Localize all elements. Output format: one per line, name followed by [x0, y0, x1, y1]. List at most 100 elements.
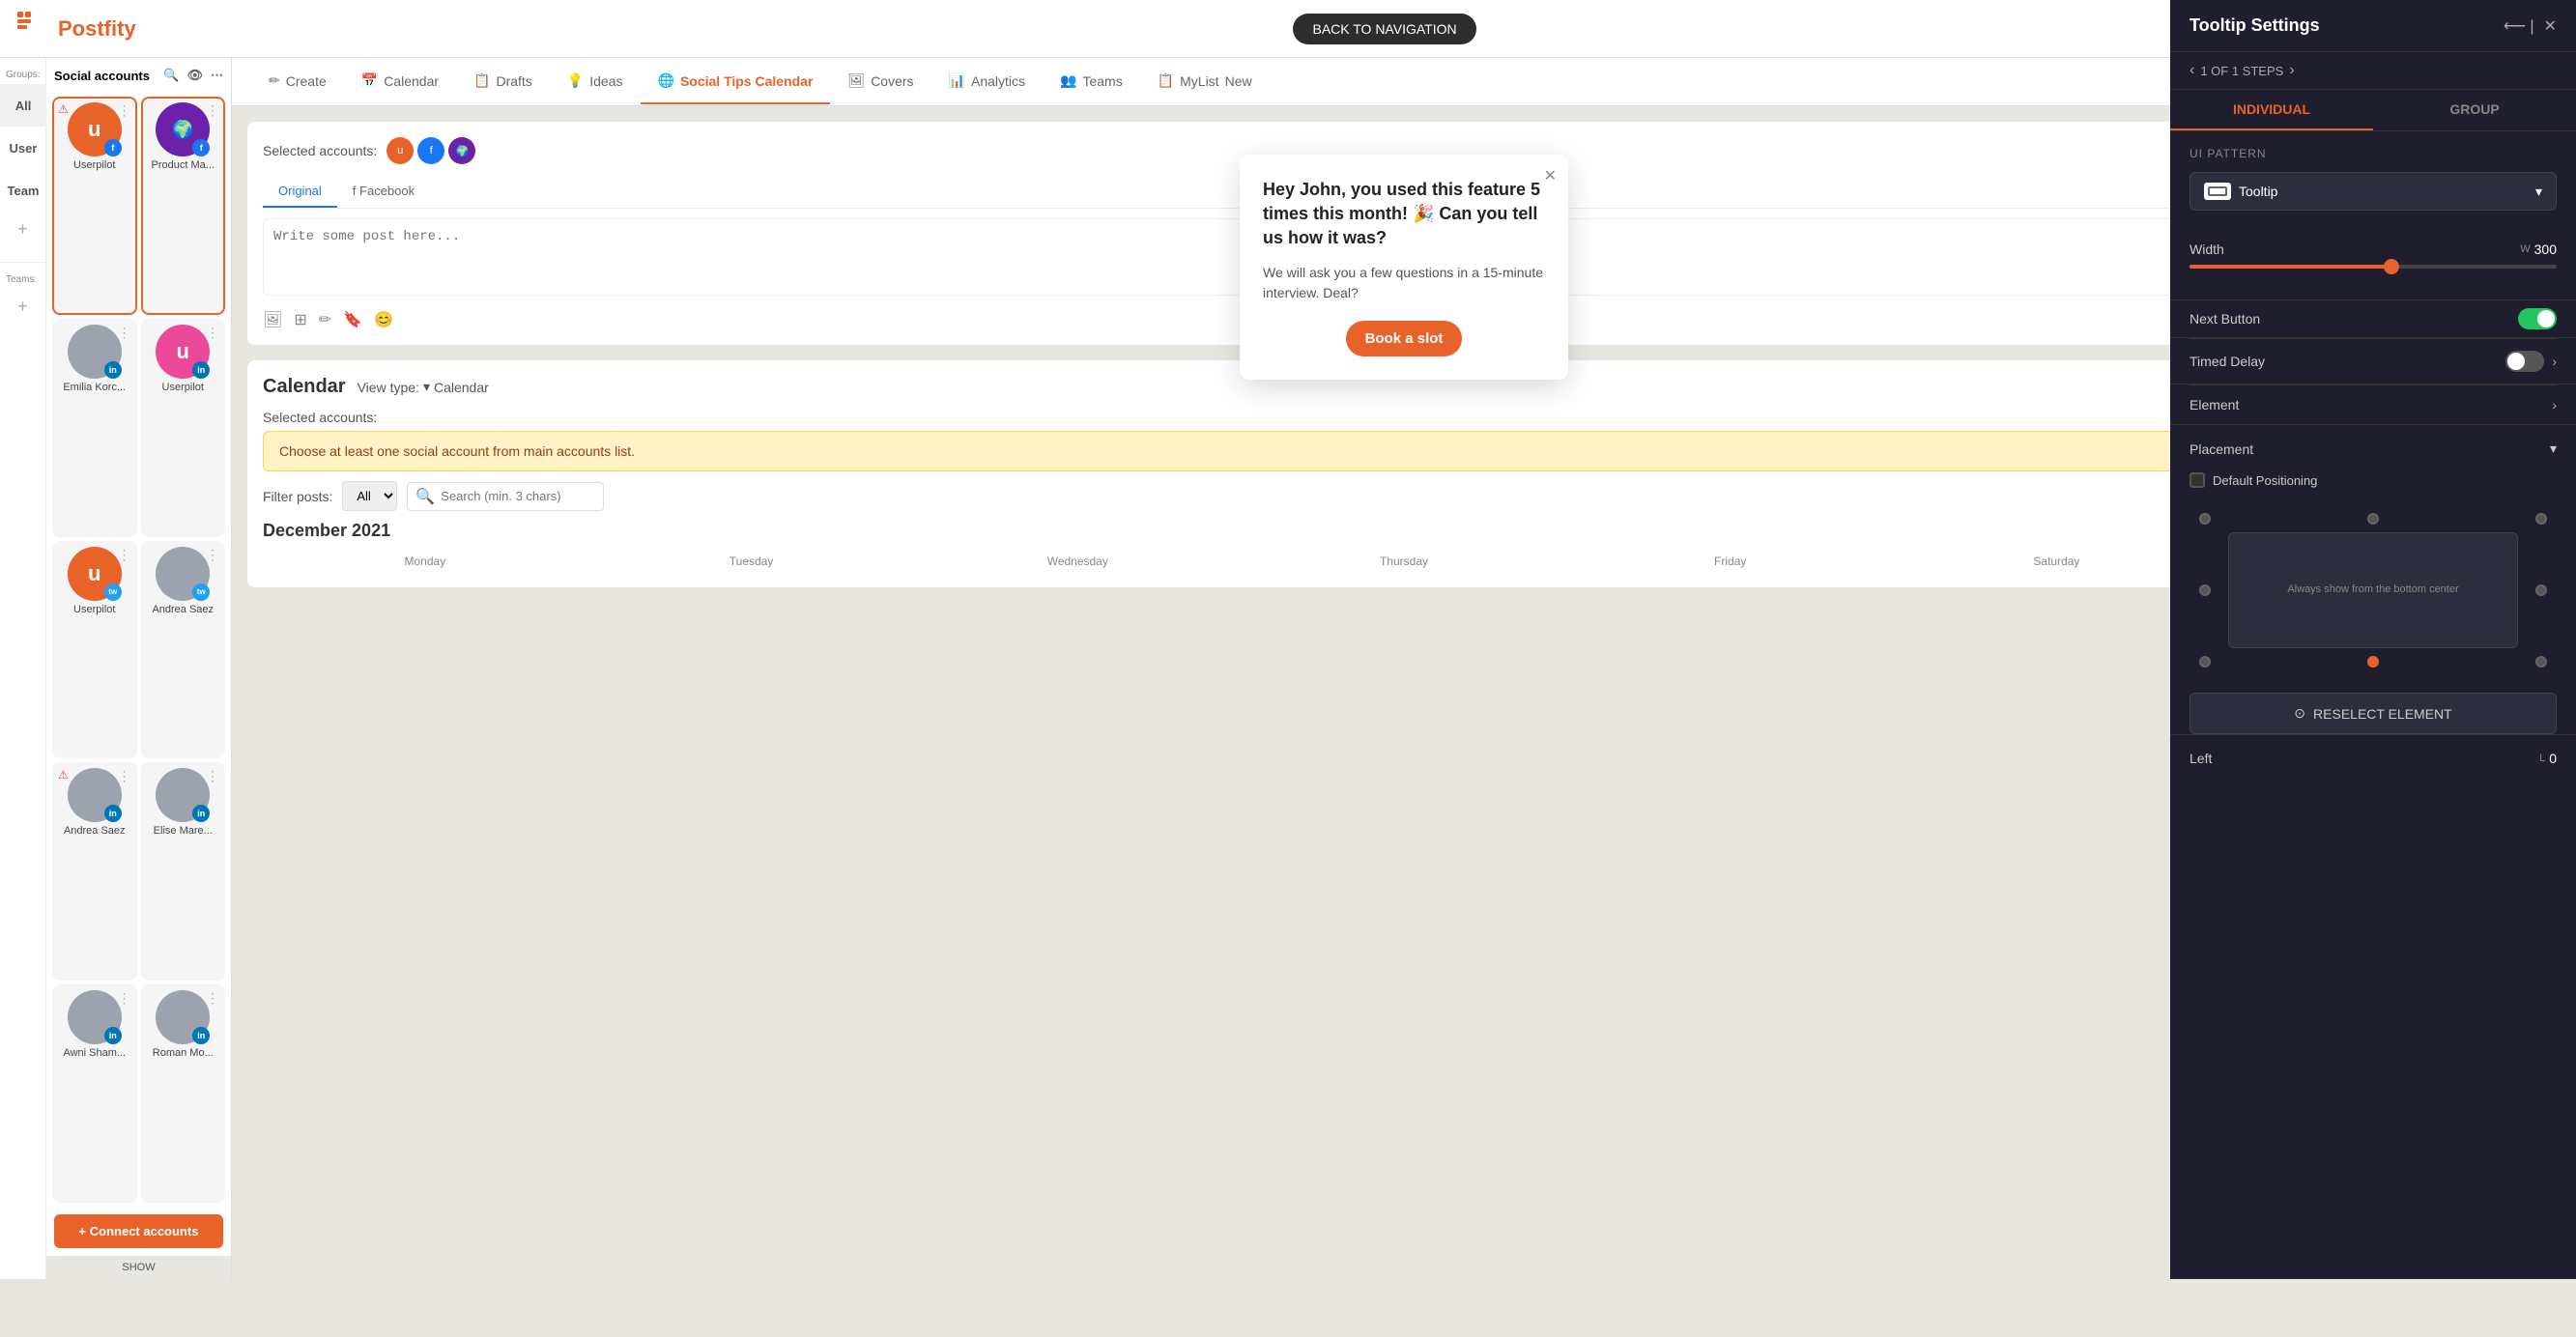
group-user[interactable]: User — [0, 127, 46, 169]
show-button[interactable]: SHOW — [46, 1256, 231, 1279]
ui-pattern-label: UI PATTERN — [2190, 147, 2557, 160]
width-label: Width — [2190, 242, 2224, 257]
account-more-6[interactable]: ⋮ — [206, 547, 219, 563]
collapse-icon[interactable]: ⟵ | — [2504, 16, 2534, 36]
timed-delay-toggle[interactable] — [2505, 351, 2544, 372]
connect-accounts-button[interactable]: + Connect accounts — [54, 1214, 223, 1248]
account-avatar-6: tw — [156, 547, 210, 601]
account-avatar-1: u f — [68, 102, 122, 156]
left-section: Left L 0 — [2170, 734, 2576, 782]
tooltip-modal: ✕ Hey John, you used this feature 5 time… — [1240, 155, 1568, 380]
pos-dot-bot-left[interactable] — [2199, 656, 2211, 668]
element-row[interactable]: Element › — [2190, 384, 2557, 424]
panel-steps: ‹ 1 OF 1 STEPS › — [2170, 52, 2576, 90]
always-show-text: Always show from the bottom center — [2287, 582, 2458, 599]
back-to-navigation-button[interactable]: BACK TO NAVIGATION — [1293, 14, 1475, 44]
default-positioning-row: Default Positioning — [2190, 472, 2557, 488]
add-team-button[interactable]: + — [0, 289, 45, 324]
prev-step-button[interactable]: ‹ — [2190, 62, 2194, 79]
pos-dot-top-left[interactable] — [2199, 513, 2211, 525]
tooltip-close-button[interactable]: ✕ — [1544, 166, 1557, 185]
account-card-4[interactable]: u in ⋮ Userpilot — [141, 319, 226, 537]
account-warn-7: ⚠ — [58, 768, 69, 782]
group-team[interactable]: Team — [0, 169, 46, 212]
tooltip-icon-box — [2204, 183, 2231, 200]
pos-dot-mid-right[interactable] — [2535, 584, 2547, 596]
tab-group[interactable]: GROUP — [2373, 90, 2576, 130]
search-icon[interactable]: 🔍 — [163, 68, 179, 83]
pos-dot-mid-left[interactable] — [2199, 584, 2211, 596]
width-row: Width W 300 — [2190, 242, 2557, 257]
timed-delay-row[interactable]: Timed Delay › — [2190, 338, 2557, 384]
account-more-10[interactable]: ⋮ — [206, 990, 219, 1007]
account-card-6[interactable]: tw ⋮ Andrea Saez — [141, 541, 226, 759]
next-step-button[interactable]: › — [2289, 62, 2294, 79]
account-more-8[interactable]: ⋮ — [206, 768, 219, 784]
placement-label: Placement — [2190, 441, 2253, 457]
next-button-toggle-thumb — [2537, 310, 2555, 327]
account-card-2[interactable]: 🌍 f ⋮ Product Ma... — [141, 97, 226, 315]
account-name-4: Userpilot — [162, 382, 204, 393]
account-badge-in-9: in — [104, 1027, 122, 1044]
eye-icon[interactable]: 👁 — [186, 68, 203, 83]
tab-individual[interactable]: INDIVIDUAL — [2170, 90, 2373, 130]
add-group-button[interactable]: + — [0, 212, 45, 246]
account-more-7[interactable]: ⋮ — [118, 768, 131, 784]
account-name-9: Awni Sham... — [63, 1047, 126, 1059]
pos-dot-bot-center[interactable] — [2367, 656, 2379, 668]
account-card-5[interactable]: u tw ⋮ Userpilot — [52, 541, 137, 759]
width-slider[interactable] — [2190, 265, 2557, 269]
account-avatar-10: in — [156, 990, 210, 1044]
width-slider-thumb[interactable] — [2384, 259, 2399, 274]
pos-grid-text: Always show from the bottom center — [2287, 582, 2458, 599]
ui-pattern-section: UI PATTERN Tooltip ▾ — [2170, 131, 2576, 226]
placement-section: Placement ▾ Default Positioning Always s… — [2170, 424, 2576, 693]
account-more-9[interactable]: ⋮ — [118, 990, 131, 1007]
account-more-5[interactable]: ⋮ — [118, 547, 131, 563]
placement-title[interactable]: Placement ▾ — [2190, 441, 2557, 457]
next-button-toggle[interactable] — [2518, 308, 2557, 329]
account-more-3[interactable]: ⋮ — [118, 325, 131, 341]
width-w-label: W — [2520, 243, 2530, 255]
group-all[interactable]: All — [0, 84, 46, 127]
next-button-toggle-row: Next Button — [2190, 300, 2557, 337]
accounts-header: Social accounts 🔍 👁 ⋯ — [46, 58, 231, 93]
account-avatar-5: u tw — [68, 547, 122, 601]
account-card-10[interactable]: in ⋮ Roman Mo... — [141, 984, 226, 1203]
steps-text: 1 OF 1 STEPS — [2200, 64, 2283, 78]
reselect-element-button[interactable]: ⊙ RESELECT ELEMENT — [2190, 693, 2557, 734]
account-more-2[interactable]: ⋮ — [206, 102, 219, 119]
account-card-1[interactable]: u f ⚠ ⋮ Userpilot — [52, 97, 137, 315]
panel-header: Tooltip Settings ⟵ | ✕ — [2170, 0, 2576, 52]
accounts-title: Social accounts — [54, 69, 150, 83]
pos-dot-top-right[interactable] — [2535, 513, 2547, 525]
pos-dot-bot-right[interactable] — [2535, 656, 2547, 668]
account-badge-in-4: in — [192, 361, 210, 379]
account-badge-in-10: in — [192, 1027, 210, 1044]
left-number: 0 — [2549, 751, 2557, 766]
book-slot-button[interactable]: Book a slot — [1346, 321, 1463, 356]
account-name-1: Userpilot — [73, 159, 115, 171]
account-card-3[interactable]: in ⋮ Emilia Korc... — [52, 319, 137, 537]
account-card-8[interactable]: in ⋮ Elise Mare... — [141, 762, 226, 981]
more-icon[interactable]: ⋯ — [211, 68, 223, 83]
position-grid: Always show from the bottom center — [2190, 503, 2557, 677]
account-avatar-3: in — [68, 325, 122, 379]
tooltip-settings-panel: Tooltip Settings ⟵ | ✕ ‹ 1 OF 1 STEPS › … — [2170, 0, 2576, 1279]
ui-pattern-dropdown[interactable]: Tooltip ▾ — [2190, 172, 2557, 211]
account-more-1[interactable]: ⋮ — [118, 102, 131, 119]
account-avatar-4: u in — [156, 325, 210, 379]
account-more-4[interactable]: ⋮ — [206, 325, 219, 341]
account-badge-fb-1: f — [104, 139, 122, 156]
account-badge-in-7: in — [104, 805, 122, 822]
close-icon[interactable]: ✕ — [2544, 16, 2557, 36]
account-card-7[interactable]: in ⚠ ⋮ Andrea Saez — [52, 762, 137, 981]
element-expand-arrow: › — [2552, 397, 2557, 412]
element-label: Element — [2190, 397, 2239, 412]
pos-dot-top-center[interactable] — [2367, 513, 2379, 525]
account-name-7: Andrea Saez — [64, 825, 126, 837]
account-name-2: Product Ma... — [152, 159, 215, 171]
reselect-label: RESELECT ELEMENT — [2313, 706, 2452, 722]
account-card-9[interactable]: in ⋮ Awni Sham... — [52, 984, 137, 1203]
default-positioning-checkbox[interactable] — [2190, 472, 2205, 488]
